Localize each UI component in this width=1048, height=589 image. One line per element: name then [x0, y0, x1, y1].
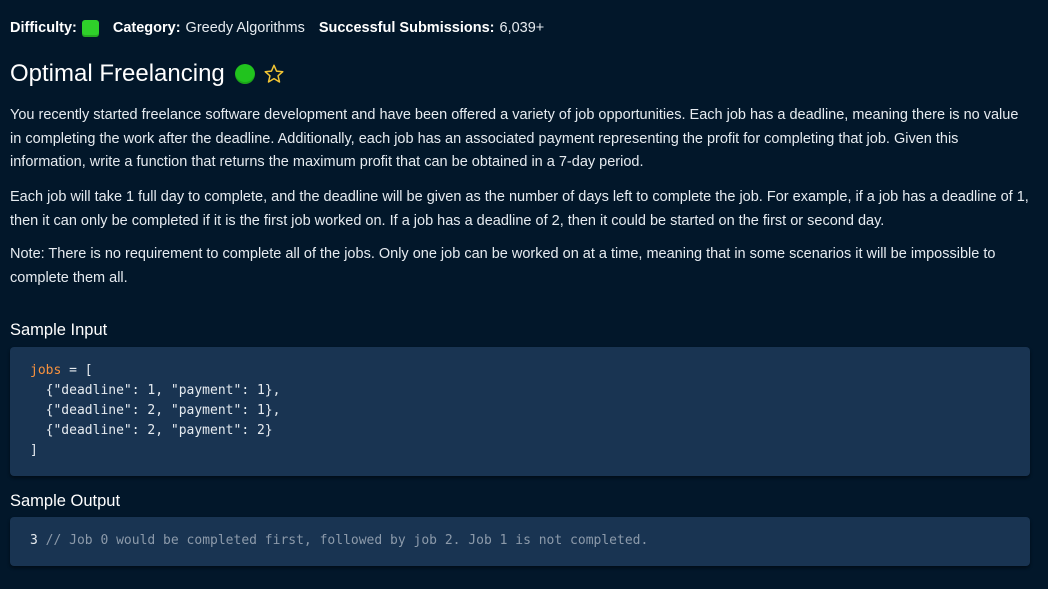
star-outline-icon[interactable]: [263, 63, 285, 85]
completion-status-icon: [234, 64, 255, 84]
submissions-indicator: Successful Submissions: 6,039+: [319, 20, 544, 36]
problem-description-paragraph: You recently started freelance software …: [10, 107, 1019, 170]
problem-meta-bar: Difficulty: Category: Greedy Algorithms …: [10, 17, 558, 39]
title-row: Optimal Freelancing: [10, 58, 285, 90]
problem-note-paragraph: Note: There is no requirement to complet…: [10, 246, 996, 286]
problem-description-paragraph: Each job will take 1 full day to complet…: [10, 189, 1029, 229]
page-title: Optimal Freelancing: [10, 60, 225, 87]
difficulty-indicator: Difficulty:: [10, 19, 99, 37]
submissions-value: 6,039+: [499, 20, 545, 36]
submissions-label: Successful Submissions:: [318, 20, 495, 36]
code-assignment: = [: [61, 363, 93, 378]
code-line: {"deadline": 1, "payment": 1},: [30, 383, 281, 398]
category-indicator: Category: Greedy Algorithms: [113, 20, 305, 36]
output-comment: // Job 0 would be completed first, follo…: [37, 533, 649, 548]
output-value: 3: [30, 533, 38, 548]
code-line: {"deadline": 2, "payment": 2}: [30, 423, 273, 438]
code-line: ]: [30, 443, 38, 458]
sample-input-code-block: jobs = [ {"deadline": 1, "payment": 1}, …: [10, 347, 1030, 476]
code-line: {"deadline": 2, "payment": 1},: [30, 403, 281, 418]
code-line: jobs = [: [30, 361, 1030, 381]
code-variable-name: jobs: [30, 363, 62, 378]
category-label: Category:: [112, 20, 181, 36]
code-line: 3 // Job 0 would be completed first, fol…: [30, 531, 1030, 551]
category-value: Greedy Algorithms: [185, 20, 305, 36]
difficulty-easy-icon: [81, 19, 99, 37]
sample-output-code-block: 3 // Job 0 would be completed first, fol…: [10, 517, 1030, 566]
sample-input-heading: Sample Input: [10, 321, 108, 339]
sample-output-heading: Sample Output: [10, 492, 121, 510]
difficulty-label: Difficulty:: [10, 20, 77, 36]
